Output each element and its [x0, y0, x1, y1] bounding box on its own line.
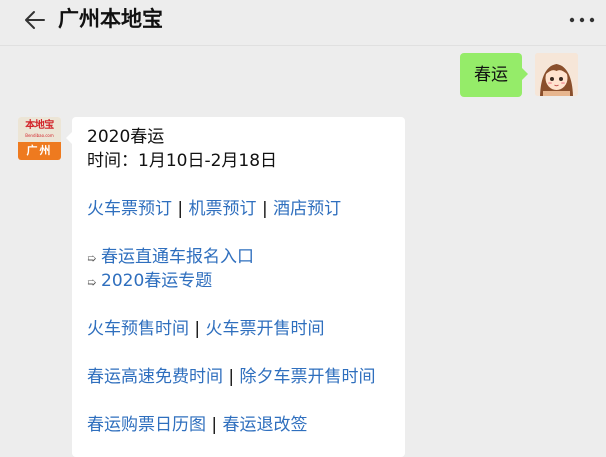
- highway-links-row: 春运高速免费时间 | 除夕车票开售时间: [87, 367, 376, 387]
- bot-message-bubble: 2020春运 时间：1月10日-2月18日 火车票预订 | 机票预订 | 酒店预…: [66, 117, 405, 457]
- refund-change-link[interactable]: 春运退改签: [223, 415, 308, 435]
- logo-city: 广州: [18, 142, 61, 160]
- train-ticket-booking-link[interactable]: 火车票预订: [87, 199, 172, 219]
- spring-festival-topic-link[interactable]: 2020春运专题: [101, 271, 212, 291]
- logo-sub: Bendibao.com: [25, 133, 54, 138]
- train-presale-time-link[interactable]: 火车预售时间: [87, 319, 189, 339]
- flight-booking-link[interactable]: 机票预订: [189, 199, 257, 219]
- highway-free-time-link[interactable]: 春运高速免费时间: [87, 367, 223, 387]
- my-avatar[interactable]: [535, 53, 578, 96]
- arrow-icon: ➯: [87, 252, 97, 265]
- entry-link-row-1: ➯ 春运直通车报名入口: [87, 245, 395, 269]
- calendar-links-row: 春运购票日历图 | 春运退改签: [87, 415, 308, 435]
- new-year-eve-ticket-link[interactable]: 除夕车票开售时间: [240, 367, 376, 387]
- direct-bus-signup-link[interactable]: 春运直通车报名入口: [101, 247, 254, 267]
- my-message-bubble[interactable]: 春运: [460, 53, 528, 97]
- presale-links-row: 火车预售时间 | 火车票开售时间: [87, 319, 325, 339]
- booking-links-row: 火车票预订 | 机票预订 | 酒店预订: [87, 199, 342, 219]
- logo-brand: 本地宝: [25, 120, 54, 131]
- entry-link-row-2: ➯ 2020春运专题: [87, 269, 395, 293]
- cartoon-girl-icon: [535, 53, 578, 96]
- bot-avatar[interactable]: 本地宝 Bendibao.com 广州: [18, 117, 61, 160]
- train-ticket-sale-time-link[interactable]: 火车票开售时间: [206, 319, 325, 339]
- chat-title: 广州本地宝: [58, 7, 163, 31]
- message-time: 时间：1月10日-2月18日: [87, 151, 278, 171]
- ticket-calendar-link[interactable]: 春运购票日历图: [87, 415, 206, 435]
- arrow-icon: ➯: [87, 276, 97, 289]
- message-title: 2020春运: [87, 127, 165, 147]
- hotel-booking-link[interactable]: 酒店预订: [273, 199, 341, 219]
- more-options-icon[interactable]: [568, 13, 596, 27]
- header-divider: [0, 45, 606, 46]
- back-arrow-icon[interactable]: [22, 7, 48, 33]
- top-bar: 广州本地宝: [0, 0, 606, 40]
